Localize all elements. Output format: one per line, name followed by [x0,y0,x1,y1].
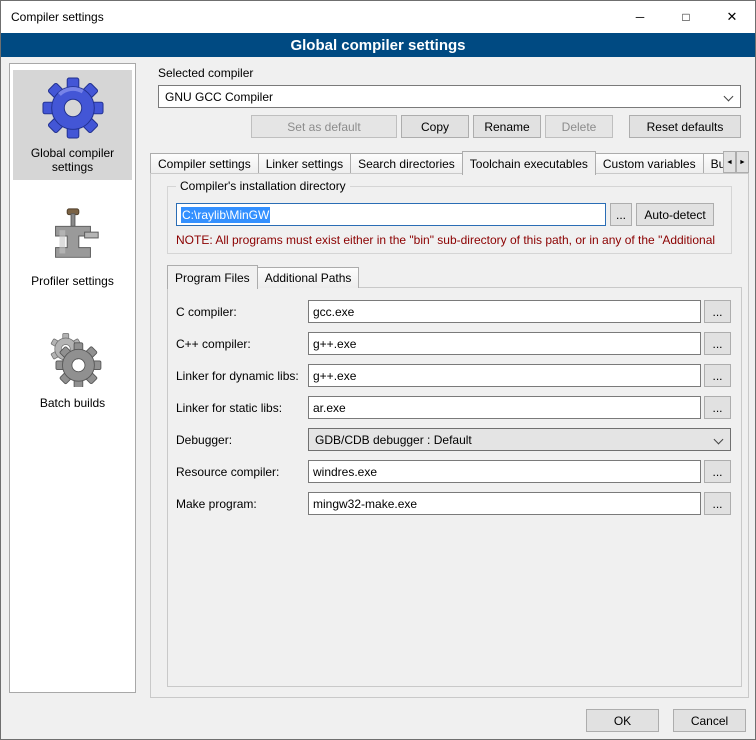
settings-tabstrip: Compiler settings Linker settings Search… [150,150,749,174]
dynamic-linker-label: Linker for dynamic libs: [176,369,308,383]
auto-detect-button[interactable]: Auto-detect [636,203,714,226]
cpp-compiler-row: C++ compiler: g++.exe ... [176,332,731,355]
debugger-row: Debugger: GDB/CDB debugger : Default [176,428,731,451]
installation-directory-group-label: Compiler's installation directory [176,179,350,193]
tab-additional-paths[interactable]: Additional Paths [257,267,360,288]
c-compiler-value: gcc.exe [313,305,354,319]
window-title: Compiler settings [1,10,104,24]
window-controls: ─ □ ✕ [617,1,755,33]
titlebar: Compiler settings ─ □ ✕ [1,1,755,33]
compiler-actions: Set as default Copy Rename Delete Reset … [158,115,741,138]
maximize-button[interactable]: □ [663,1,709,33]
sidebar-item-global-compiler-settings[interactable]: Global compiler settings [13,70,132,180]
resource-compiler-browse-button[interactable]: ... [704,460,731,483]
compiler-select-value: GNU GCC Compiler [165,90,273,104]
static-linker-label: Linker for static libs: [176,401,308,415]
c-compiler-row: C compiler: gcc.exe ... [176,300,731,323]
make-program-value: mingw32-make.exe [313,497,417,511]
sidebar-item-label: Global compiler settings [15,146,130,174]
compiler-settings-window: Compiler settings ─ □ ✕ Global compiler … [0,0,756,740]
installation-directory-group: Compiler's installation directory C:\ray… [167,186,732,254]
selected-compiler-label: Selected compiler [158,66,253,80]
tab-custom-variables[interactable]: Custom variables [595,153,704,174]
debugger-select-value: GDB/CDB debugger : Default [315,433,472,447]
static-linker-value: ar.exe [313,401,346,415]
cpp-compiler-value: g++.exe [313,337,356,351]
close-button[interactable]: ✕ [709,1,755,33]
make-program-row: Make program: mingw32-make.exe ... [176,492,731,515]
resource-compiler-label: Resource compiler: [176,465,308,479]
delete-button[interactable]: Delete [545,115,613,138]
bin-subdirectory-note: NOTE: All programs must exist either in … [176,233,751,247]
installation-directory-selected-text: C:\raylib\MinGW [181,207,270,223]
c-compiler-browse-button[interactable]: ... [704,300,731,323]
rename-button[interactable]: Rename [473,115,541,138]
reset-defaults-button[interactable]: Reset defaults [629,115,741,138]
dynamic-linker-browse-button[interactable]: ... [704,364,731,387]
tab-toolchain-executables[interactable]: Toolchain executables [462,151,596,175]
minimize-button[interactable]: ─ [617,1,663,33]
program-files-panel: C compiler: gcc.exe ... C++ compiler: g+… [167,287,742,687]
static-linker-input[interactable]: ar.exe [308,396,701,419]
tab-scroll-buttons: ◄ ► [723,151,749,173]
installation-directory-input[interactable]: C:\raylib\MinGW [176,203,606,226]
page-title: Global compiler settings [290,37,465,54]
toolchain-executables-panel: Compiler's installation directory C:\ray… [150,173,749,698]
cpp-compiler-input[interactable]: g++.exe [308,332,701,355]
tab-program-files[interactable]: Program Files [167,265,258,289]
profiler-tool-icon [41,204,105,268]
dynamic-linker-input[interactable]: g++.exe [308,364,701,387]
c-compiler-label: C compiler: [176,305,308,319]
settings-sidebar: Global compiler settings Profiler settin… [9,63,136,693]
blue-gear-icon [41,76,105,140]
resource-compiler-value: windres.exe [313,465,377,479]
page-title-banner: Global compiler settings [1,33,755,57]
make-program-input[interactable]: mingw32-make.exe [308,492,701,515]
installation-directory-row: C:\raylib\MinGW ... Auto-detect [176,203,723,226]
debugger-label: Debugger: [176,433,308,447]
ok-button[interactable]: OK [586,709,659,732]
gray-gears-icon [41,326,105,390]
program-files-tabstrip: Program Files Additional Paths [167,264,358,288]
installation-directory-browse-button[interactable]: ... [610,203,632,226]
cancel-button[interactable]: Cancel [673,709,746,732]
set-as-default-button[interactable]: Set as default [251,115,397,138]
compiler-select[interactable]: GNU GCC Compiler [158,85,741,108]
tab-linker-settings[interactable]: Linker settings [258,153,351,174]
tab-compiler-settings[interactable]: Compiler settings [150,153,259,174]
debugger-select[interactable]: GDB/CDB debugger : Default [308,428,731,451]
static-linker-browse-button[interactable]: ... [704,396,731,419]
sidebar-item-label: Profiler settings [31,274,114,288]
tab-search-directories[interactable]: Search directories [350,153,463,174]
tab-scroll-right-button[interactable]: ► [736,151,749,173]
resource-compiler-input[interactable]: windres.exe [308,460,701,483]
chevron-down-icon [724,92,734,102]
sidebar-item-label: Batch builds [40,396,105,410]
cpp-compiler-label: C++ compiler: [176,337,308,351]
c-compiler-input[interactable]: gcc.exe [308,300,701,323]
cpp-compiler-browse-button[interactable]: ... [704,332,731,355]
tab-scroll-left-button[interactable]: ◄ [723,151,736,173]
chevron-down-icon [714,435,724,445]
sidebar-item-batch-builds[interactable]: Batch builds [13,320,132,416]
make-program-browse-button[interactable]: ... [704,492,731,515]
dynamic-linker-value: g++.exe [313,369,356,383]
make-program-label: Make program: [176,497,308,511]
dynamic-linker-row: Linker for dynamic libs: g++.exe ... [176,364,731,387]
static-linker-row: Linker for static libs: ar.exe ... [176,396,731,419]
resource-compiler-row: Resource compiler: windres.exe ... [176,460,731,483]
sidebar-item-profiler-settings[interactable]: Profiler settings [13,198,132,294]
copy-button[interactable]: Copy [401,115,469,138]
